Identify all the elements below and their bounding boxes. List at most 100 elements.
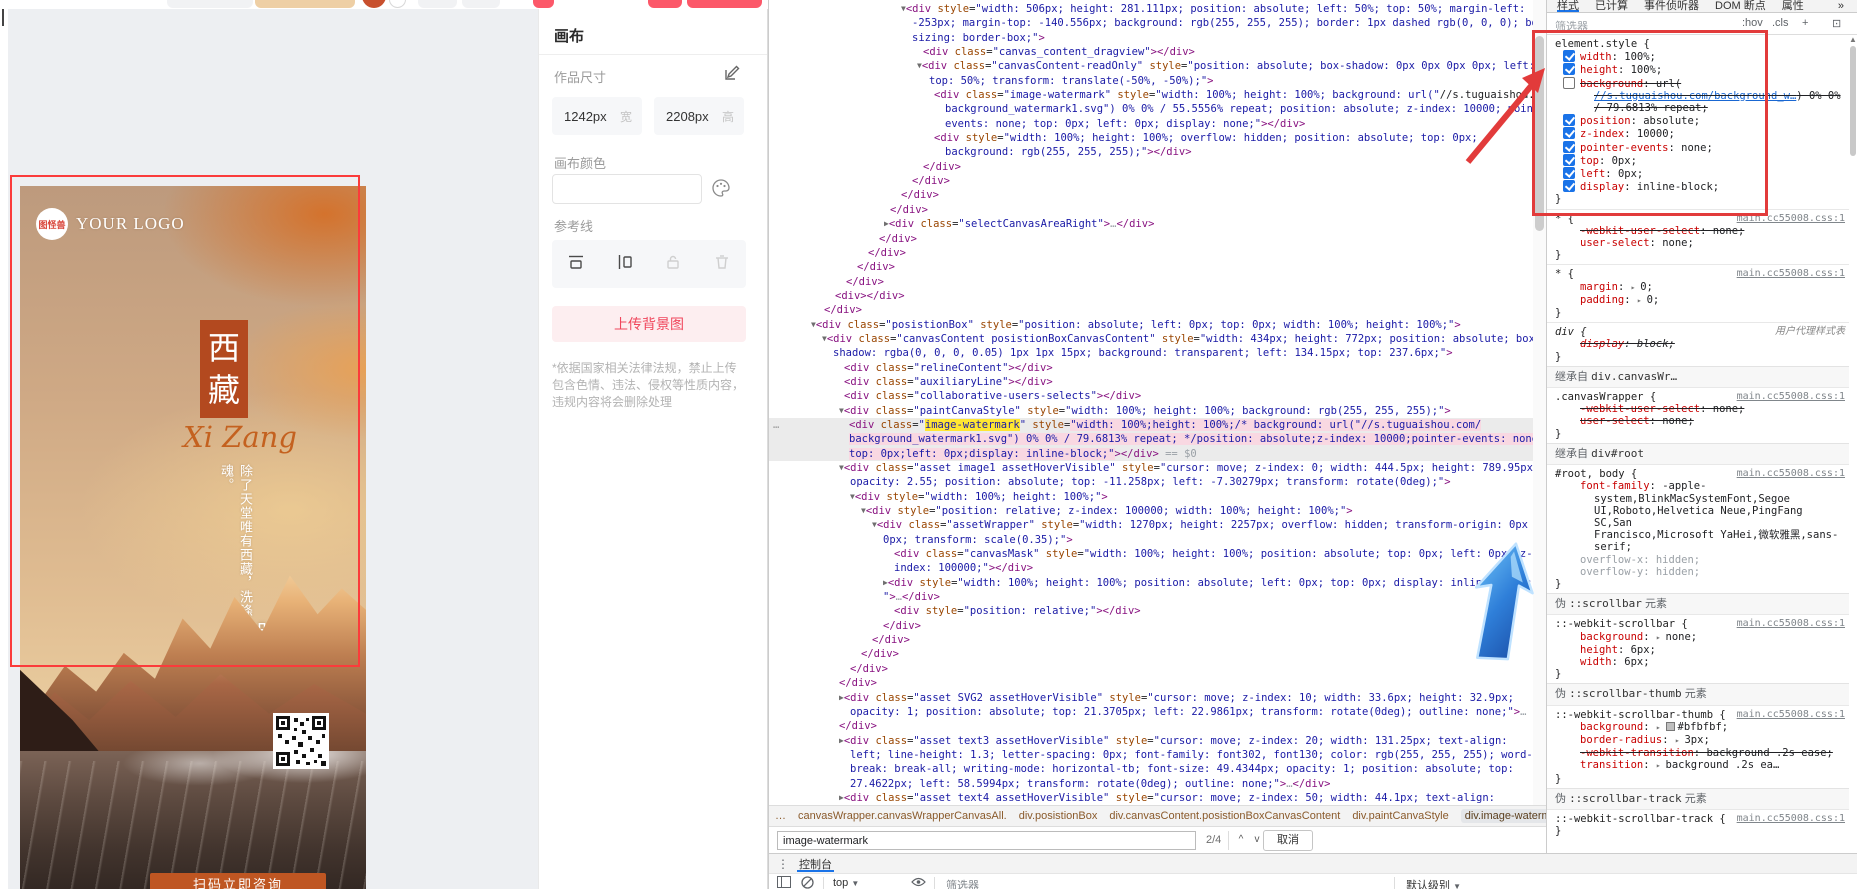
css-property[interactable]: margin: ▸ 0;: [1555, 281, 1845, 294]
css-property[interactable]: transition: ▸ background .2s ea…: [1555, 759, 1845, 772]
topbar-button[interactable]: [533, 0, 554, 8]
scroll-up-icon[interactable]: ▲: [1848, 35, 1857, 44]
dom-tree-line[interactable]: background: rgb(255, 255, 255);"></div>: [769, 145, 1533, 159]
delete-guides-icon[interactable]: [713, 253, 731, 276]
dom-tree-line[interactable]: </div>: [769, 188, 1533, 202]
css-property[interactable]: display: block;: [1555, 338, 1845, 350]
stylesheet-link[interactable]: main.cc55008.css:1: [1737, 391, 1845, 403]
stylesheet-link[interactable]: main.cc55008.css:1: [1737, 813, 1845, 825]
css-property[interactable]: background: ▸ #bfbfbf;: [1555, 721, 1845, 734]
dom-tree-line[interactable]: shadow: rgba(0, 0, 0, 0.05) 1px 1px 15px…: [769, 346, 1533, 360]
breadcrumb-item[interactable]: div.image-watermark: [1461, 809, 1546, 823]
dom-tree-line[interactable]: <div class="image-watermark" style="widt…: [769, 88, 1533, 102]
add-vertical-guide-icon[interactable]: [616, 253, 634, 276]
breadcrumb-item[interactable]: canvasWrapper.canvasWrapperCanvasAll.: [798, 810, 1007, 822]
dom-tree-line[interactable]: ▼<div style="position: relative; z-index…: [769, 504, 1533, 518]
stylesheet-link[interactable]: main.cc55008.css:1: [1737, 268, 1845, 280]
breadcrumb-item[interactable]: div.paintCanvaStyle: [1352, 810, 1448, 822]
css-selector[interactable]: main.cc55008.css:1* {: [1555, 213, 1845, 225]
dom-tree-line[interactable]: background_watermark1.svg") 0% 0% / 79.6…: [769, 432, 1533, 446]
css-property[interactable]: width: 6px;: [1555, 656, 1845, 668]
poster-cta-banner[interactable]: 扫码立即咨询: [150, 873, 326, 889]
property-checkbox[interactable]: [1563, 180, 1575, 192]
dom-tree-line[interactable]: ▼<div class="paintCanvaStyle" style="wid…: [769, 404, 1533, 418]
dom-tree-line[interactable]: sizing: border-box;">: [769, 31, 1533, 45]
dom-tree-line[interactable]: <div style="position: relative;"></div>: [769, 604, 1533, 618]
dom-tree-line[interactable]: </div>: [769, 160, 1533, 174]
dom-tree-line[interactable]: </div>: [769, 619, 1533, 633]
css-property[interactable]: padding: ▸ 0;: [1555, 294, 1845, 307]
width-field[interactable]: 1242px 宽: [552, 97, 642, 135]
css-property[interactable]: user-select: none;: [1555, 415, 1845, 427]
dom-tree-line[interactable]: ▼<div class="asset image1 assetHoverVisi…: [769, 461, 1533, 475]
css-property[interactable]: user-select: none;: [1555, 237, 1845, 249]
css-property[interactable]: -webkit-transition: background .2s ease;: [1555, 747, 1845, 759]
dom-tree-line[interactable]: </div>: [769, 203, 1533, 217]
property-checkbox[interactable]: [1563, 154, 1575, 166]
topbar-button[interactable]: [255, 0, 355, 8]
css-property[interactable]: -webkit-user-select: none;: [1555, 403, 1845, 415]
css-selector[interactable]: main.cc55008.css:1::-webkit-scrollbar-th…: [1555, 709, 1845, 721]
dom-tree-line[interactable]: ▶<div class="asset text4 assetHoverVisib…: [769, 791, 1533, 803]
filter-toggle-[interactable]: +: [1802, 17, 1808, 29]
poster-title-en[interactable]: Xi Zang: [170, 420, 310, 454]
dom-tree-line[interactable]: </div>: [769, 232, 1533, 246]
dom-tree-line[interactable]: break: break-all; writing-mode: horizont…: [769, 762, 1533, 776]
console-sidebar-icon[interactable]: [777, 876, 791, 889]
property-checkbox[interactable]: [1563, 63, 1575, 75]
css-property[interactable]: left: 0px;: [1555, 167, 1845, 180]
css-property[interactable]: height: 100%;: [1555, 63, 1845, 76]
css-property[interactable]: position: absolute;: [1555, 114, 1845, 127]
dom-tree-line[interactable]: </div>: [769, 260, 1533, 274]
property-checkbox[interactable]: [1563, 114, 1575, 126]
elements-scrollbar[interactable]: [1533, 0, 1546, 805]
stylesheet-link[interactable]: main.cc55008.css:1: [1737, 618, 1845, 630]
styles-tab-0[interactable]: 样式: [1557, 0, 1579, 12]
dom-tree-line[interactable]: </div>: [769, 303, 1533, 317]
topbar-button[interactable]: [687, 0, 762, 8]
breadcrumb-item[interactable]: div.canvasContent.posistionBoxCanvasCont…: [1109, 810, 1340, 822]
css-property[interactable]: overflow-x: hidden;: [1555, 554, 1845, 566]
more-tabs-icon[interactable]: »: [1838, 0, 1844, 12]
clear-console-icon[interactable]: [801, 876, 814, 889]
dom-tree-line[interactable]: <div class="image-watermark" style="widt…: [769, 418, 1533, 432]
dom-tree-line[interactable]: opacity: 1; position: absolute; top: 21.…: [769, 705, 1533, 719]
palette-icon[interactable]: [711, 178, 731, 198]
css-property[interactable]: serif;: [1555, 541, 1845, 553]
topbar-button[interactable]: [167, 0, 253, 8]
dom-tree-line[interactable]: <div class="auxiliaryLine"></div>: [769, 375, 1533, 389]
eye-icon[interactable]: [911, 876, 926, 889]
dom-tree-line[interactable]: </div>: [769, 246, 1533, 260]
stylesheet-link[interactable]: main.cc55008.css:1: [1737, 468, 1845, 480]
styles-tab-3[interactable]: DOM 断点: [1715, 0, 1766, 12]
dom-tree-line[interactable]: background_watermark1.svg") 0% 0% / 55.5…: [769, 102, 1533, 116]
styles-tab-2[interactable]: 事件侦听器: [1644, 0, 1699, 12]
upload-background-button[interactable]: 上传背景图: [552, 306, 746, 342]
css-property[interactable]: top: 0px;: [1555, 154, 1845, 167]
css-property[interactable]: -webkit-user-select: none;: [1555, 225, 1845, 237]
dom-tree-line[interactable]: ▼<div class="posistionBox" style="positi…: [769, 318, 1533, 332]
css-property[interactable]: pointer-events: none;: [1555, 141, 1845, 154]
property-checkbox[interactable]: [1563, 50, 1575, 62]
poster-logo[interactable]: 图怪兽 YOUR LOGO: [36, 208, 185, 240]
topbar-button[interactable]: [418, 0, 457, 8]
scrollbar-thumb[interactable]: [1535, 36, 1544, 231]
poster-title-box[interactable]: 西 藏: [200, 320, 248, 418]
search-prev-icon[interactable]: ^: [1233, 832, 1249, 848]
property-checkbox[interactable]: [1563, 167, 1575, 179]
dom-tree-line[interactable]: ▼<div class="assetWrapper" style="width:…: [769, 518, 1533, 532]
css-property[interactable]: width: 100%;: [1555, 50, 1845, 63]
stylesheet-link[interactable]: main.cc55008.css:1: [1737, 213, 1845, 225]
dom-tree-line[interactable]: <div class="collaborative-users-selects"…: [769, 389, 1533, 403]
log-level-selector[interactable]: 默认级别 ▼: [1406, 877, 1461, 889]
poster-canvas[interactable]: 图怪兽 YOUR LOGO 西 藏 Xi Zang 除了天堂唯有西藏，洗涤灵魂。…: [20, 186, 366, 889]
dom-tree-line[interactable]: top: 50%; transform: translate(-50%, -50…: [769, 74, 1533, 88]
dom-tree-line[interactable]: ▶<div class="selectCanvasAreaRight">…</d…: [769, 217, 1533, 231]
dom-tree-line[interactable]: </div>: [769, 719, 1533, 733]
dom-tree-line[interactable]: index: 100000;"></div>: [769, 561, 1533, 575]
styles-filter-input[interactable]: 筛选器: [1555, 18, 1588, 34]
css-selector[interactable]: element.style {: [1555, 38, 1845, 50]
css-property[interactable]: display: inline-block;: [1555, 180, 1845, 193]
elements-tree[interactable]: ▼<div style="width: 506px; height: 281.1…: [769, 0, 1533, 803]
css-property[interactable]: background: url(: [1555, 77, 1845, 90]
